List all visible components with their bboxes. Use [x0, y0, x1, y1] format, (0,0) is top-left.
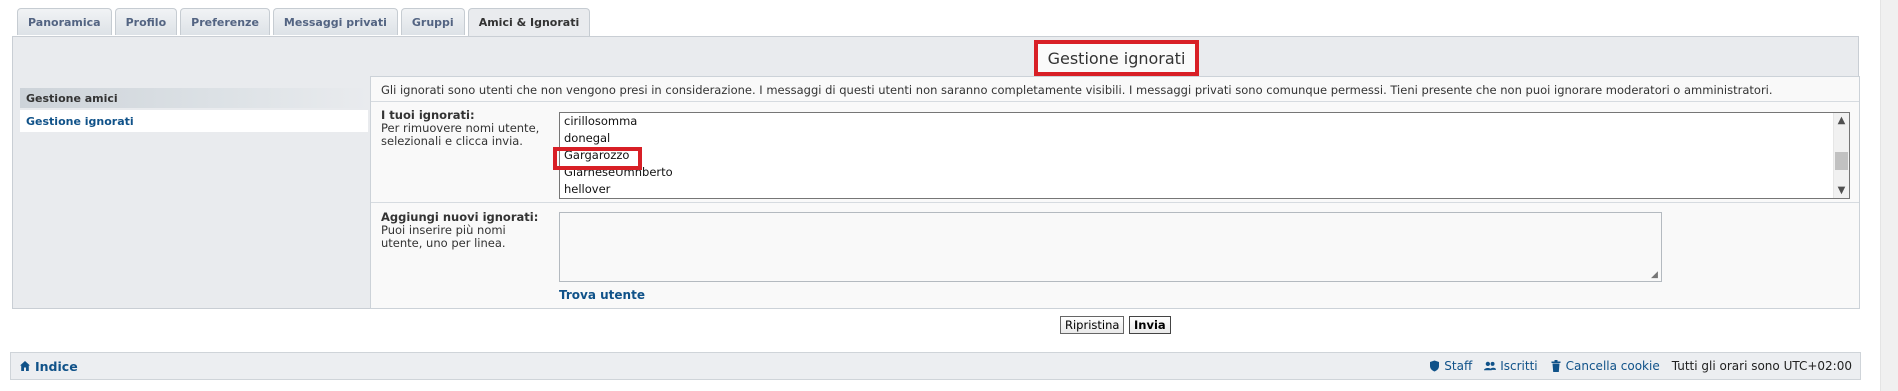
- reset-button[interactable]: Ripristina: [1060, 316, 1125, 334]
- users-icon: [1484, 360, 1497, 372]
- page-title: Gestione ignorati: [1034, 40, 1199, 76]
- find-user-link[interactable]: Trova utente: [559, 288, 645, 302]
- add-ignored-hint: Puoi inserire più nomi utente, uno per l…: [381, 223, 506, 250]
- sidebar-menu: Gestione amici Gestione ignorati: [20, 88, 368, 132]
- tab-amici-ignorati[interactable]: Amici & Ignorati: [467, 8, 591, 36]
- ignored-form: Gli ignorati sono utenti che non vengono…: [370, 76, 1860, 309]
- intro-text: Gli ignorati sono utenti che non vengono…: [381, 83, 1773, 97]
- add-ignored-textarea[interactable]: [559, 212, 1662, 282]
- sidebar-item-gestione-ignorati[interactable]: Gestione ignorati: [20, 110, 368, 132]
- list-item[interactable]: hellover: [560, 181, 1849, 198]
- add-ignored-label-block: Aggiungi nuovi ignorati: Puoi inserire p…: [381, 211, 541, 250]
- sidebar-item-gestione-amici[interactable]: Gestione amici: [20, 88, 368, 108]
- staff-label: Staff: [1444, 359, 1473, 373]
- tab-panoramica[interactable]: Panoramica: [17, 8, 112, 35]
- footer-links: Staff Iscritti Cancella cookie Tutti gli…: [1428, 359, 1852, 373]
- list-item[interactable]: donegal: [560, 130, 1849, 147]
- listbox-scrollbar[interactable]: ▲ ▼: [1833, 113, 1849, 198]
- index-label: Indice: [35, 358, 78, 374]
- divider: [371, 202, 1859, 203]
- ignored-hint: Per rimuovere nomi utente, selezionali e…: [381, 121, 540, 148]
- page-scrollbar[interactable]: [1880, 0, 1898, 391]
- timezone-text: Tutti gli orari sono UTC+02:00: [1671, 359, 1852, 373]
- delete-cookies-label: Cancella cookie: [1565, 359, 1660, 373]
- submit-button[interactable]: Invia: [1129, 316, 1171, 334]
- index-link[interactable]: Indice: [19, 359, 78, 374]
- ignored-label: I tuoi ignorati:: [381, 108, 475, 122]
- shield-icon: [1428, 360, 1440, 372]
- chevron-up-icon[interactable]: ▲: [1834, 113, 1849, 128]
- tab-messaggi-privati[interactable]: Messaggi privati: [272, 8, 398, 35]
- resize-grip-icon[interactable]: ◢: [1651, 270, 1661, 280]
- highlight-box: [553, 147, 642, 170]
- ignored-users-listbox[interactable]: cirillosomma donegal Gargarozzo Giarnese…: [559, 112, 1850, 199]
- staff-link[interactable]: Staff: [1428, 359, 1472, 373]
- list-item[interactable]: Gargarozzo: [560, 147, 1849, 164]
- list-item[interactable]: cirillosomma: [560, 113, 1849, 130]
- chevron-down-icon[interactable]: ▼: [1834, 183, 1849, 198]
- scrollbar-thumb[interactable]: [1835, 152, 1848, 170]
- footer-navbar: Indice Staff Iscritti Cancella cookie Tu…: [10, 352, 1861, 380]
- members-link[interactable]: Iscritti: [1484, 359, 1538, 373]
- delete-cookies-link[interactable]: Cancella cookie: [1550, 359, 1660, 373]
- trash-icon: [1550, 360, 1562, 372]
- members-label: Iscritti: [1500, 359, 1538, 373]
- tab-profilo[interactable]: Profilo: [114, 8, 178, 35]
- ucp-tabs: Panoramica Profilo Preferenze Messaggi p…: [17, 8, 591, 36]
- home-icon: [19, 360, 31, 372]
- add-ignored-label: Aggiungi nuovi ignorati:: [381, 210, 539, 224]
- divider: [371, 101, 1859, 102]
- tab-gruppi[interactable]: Gruppi: [400, 8, 465, 35]
- tab-preferenze[interactable]: Preferenze: [180, 8, 270, 35]
- list-item[interactable]: GiarneseUmnberto: [560, 164, 1849, 181]
- ignored-label-block: I tuoi ignorati: Per rimuovere nomi uten…: [381, 109, 546, 148]
